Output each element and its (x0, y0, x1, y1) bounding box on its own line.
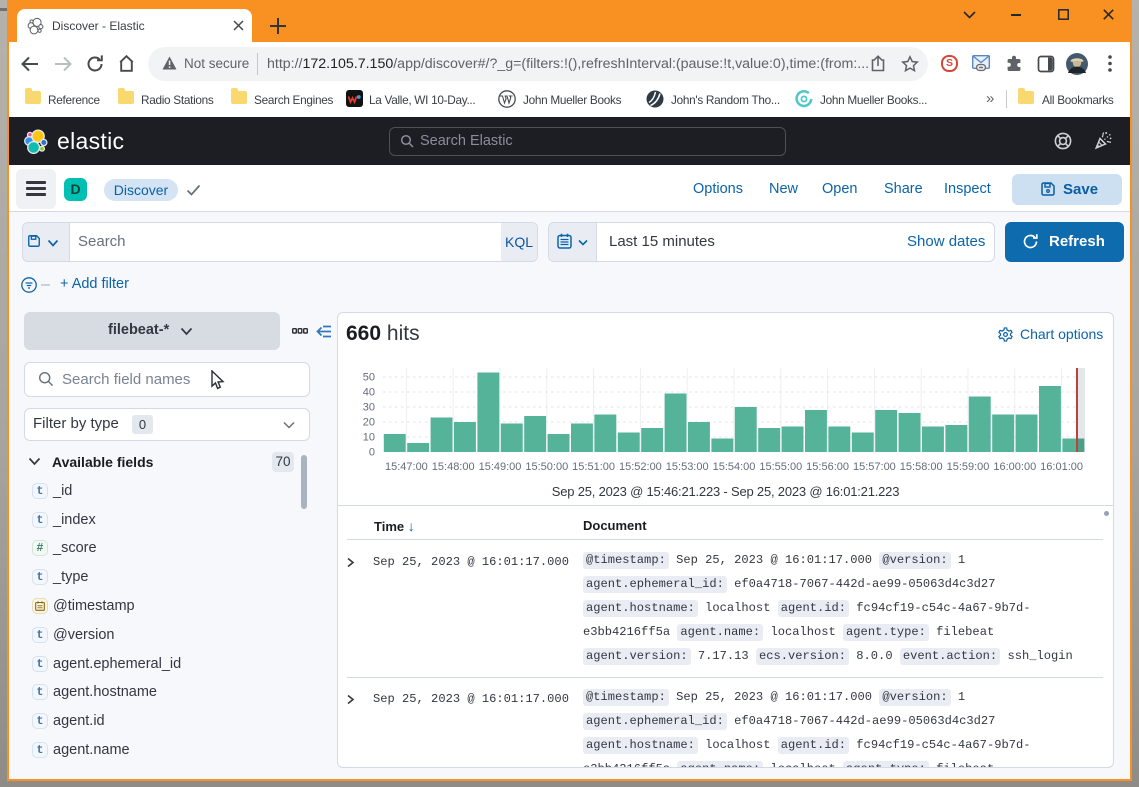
svg-text:15:55:00: 15:55:00 (759, 461, 802, 473)
svg-text:16:00:00: 16:00:00 (993, 461, 1036, 473)
svg-text:50: 50 (363, 372, 375, 384)
svg-text:40: 40 (363, 387, 375, 399)
svg-text:20: 20 (363, 417, 375, 429)
svg-text:15:49:00: 15:49:00 (479, 461, 522, 473)
svg-text:15:57:00: 15:57:00 (853, 461, 896, 473)
svg-text:15:53:00: 15:53:00 (666, 461, 709, 473)
svg-text:30: 30 (363, 402, 375, 414)
svg-text:15:51:00: 15:51:00 (572, 461, 615, 473)
svg-text:15:59:00: 15:59:00 (947, 461, 990, 473)
svg-text:15:48:00: 15:48:00 (432, 461, 475, 473)
svg-text:15:52:00: 15:52:00 (619, 461, 662, 473)
svg-text:15:50:00: 15:50:00 (525, 461, 568, 473)
svg-text:15:58:00: 15:58:00 (900, 461, 943, 473)
svg-text:15:54:00: 15:54:00 (713, 461, 756, 473)
svg-text:10: 10 (363, 432, 375, 444)
svg-text:15:47:00: 15:47:00 (385, 461, 428, 473)
svg-text:15:56:00: 15:56:00 (806, 461, 849, 473)
svg-text:0: 0 (369, 447, 375, 459)
svg-text:16:01:00: 16:01:00 (1040, 461, 1083, 473)
